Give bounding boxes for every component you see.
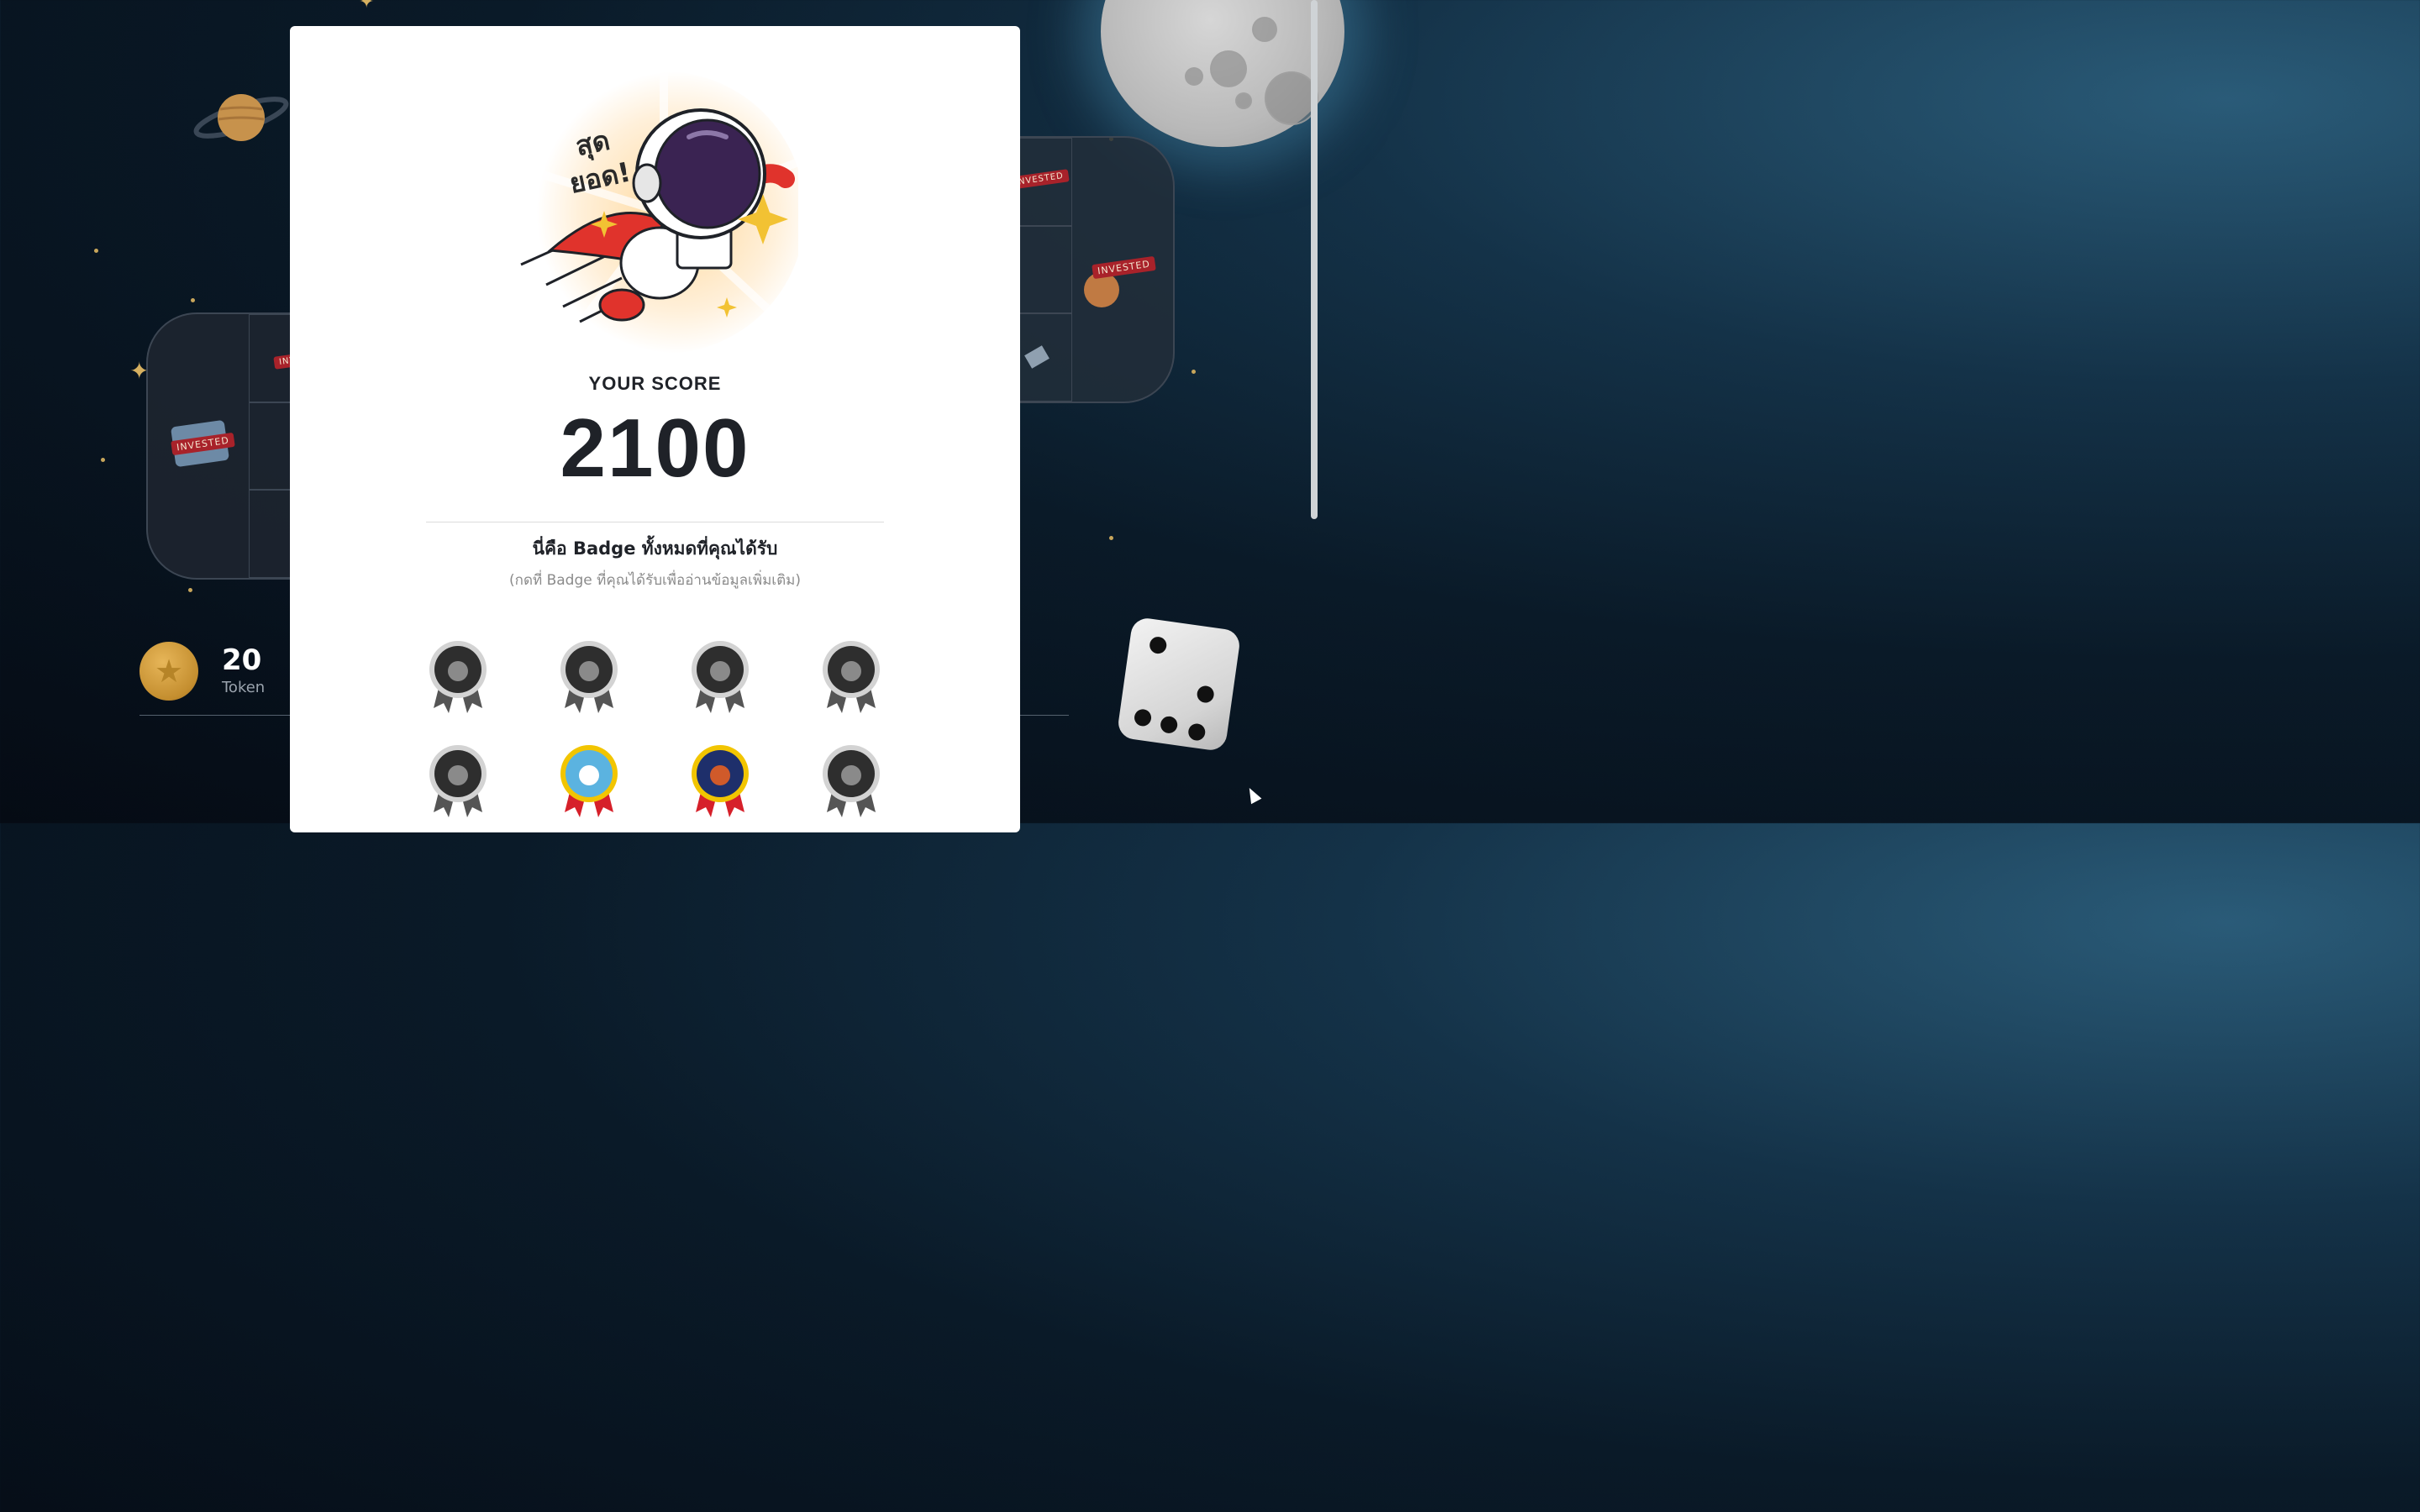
star-dot — [94, 249, 98, 253]
star-dot — [188, 588, 192, 592]
score-label: YOUR SCORE — [588, 373, 722, 394]
badges-title: นี่คือ Badge ทั้งหมดที่คุณได้รับ — [532, 538, 778, 559]
divider-line — [1020, 715, 1069, 716]
astronaut-hero-illustration — [520, 70, 798, 354]
observatory-badge[interactable] — [822, 639, 881, 715]
mars-badge[interactable] — [691, 743, 750, 819]
score-modal: สุด ยอด! YOUR SCORE 2100 นี่คือ Badge ทั… — [290, 26, 1020, 832]
page-scrollbar[interactable] — [1311, 0, 1318, 519]
sparkle-icon: ✦ — [359, 0, 375, 13]
explosion-badge[interactable] — [429, 743, 487, 819]
star-dot — [191, 298, 195, 302]
saturn-planet-icon — [193, 94, 289, 141]
dice-button[interactable] — [1116, 616, 1242, 753]
token-label: Token — [222, 679, 266, 696]
star-dot — [1109, 536, 1113, 540]
board-badge[interactable] — [560, 639, 618, 715]
divider-line — [139, 715, 291, 716]
mouse-cursor-icon — [1244, 785, 1262, 805]
shield-badge[interactable] — [691, 639, 750, 715]
badges-subtitle: (กดที่ Badge ที่คุณได้รับเพื่ออ่านข้อมูล… — [509, 572, 801, 589]
star-dot — [1192, 370, 1196, 374]
station-badge[interactable] — [560, 743, 618, 819]
invested-tag: INVESTED — [1092, 255, 1156, 280]
star-coin-icon: ★ — [139, 642, 198, 701]
token-count: 20 — [222, 643, 262, 677]
star-dot — [101, 458, 105, 462]
score-value: 2100 — [560, 402, 750, 494]
galaxy-badge[interactable] — [429, 639, 487, 715]
moon-illustration — [1101, 0, 1344, 147]
satellite-badge[interactable] — [822, 743, 881, 819]
